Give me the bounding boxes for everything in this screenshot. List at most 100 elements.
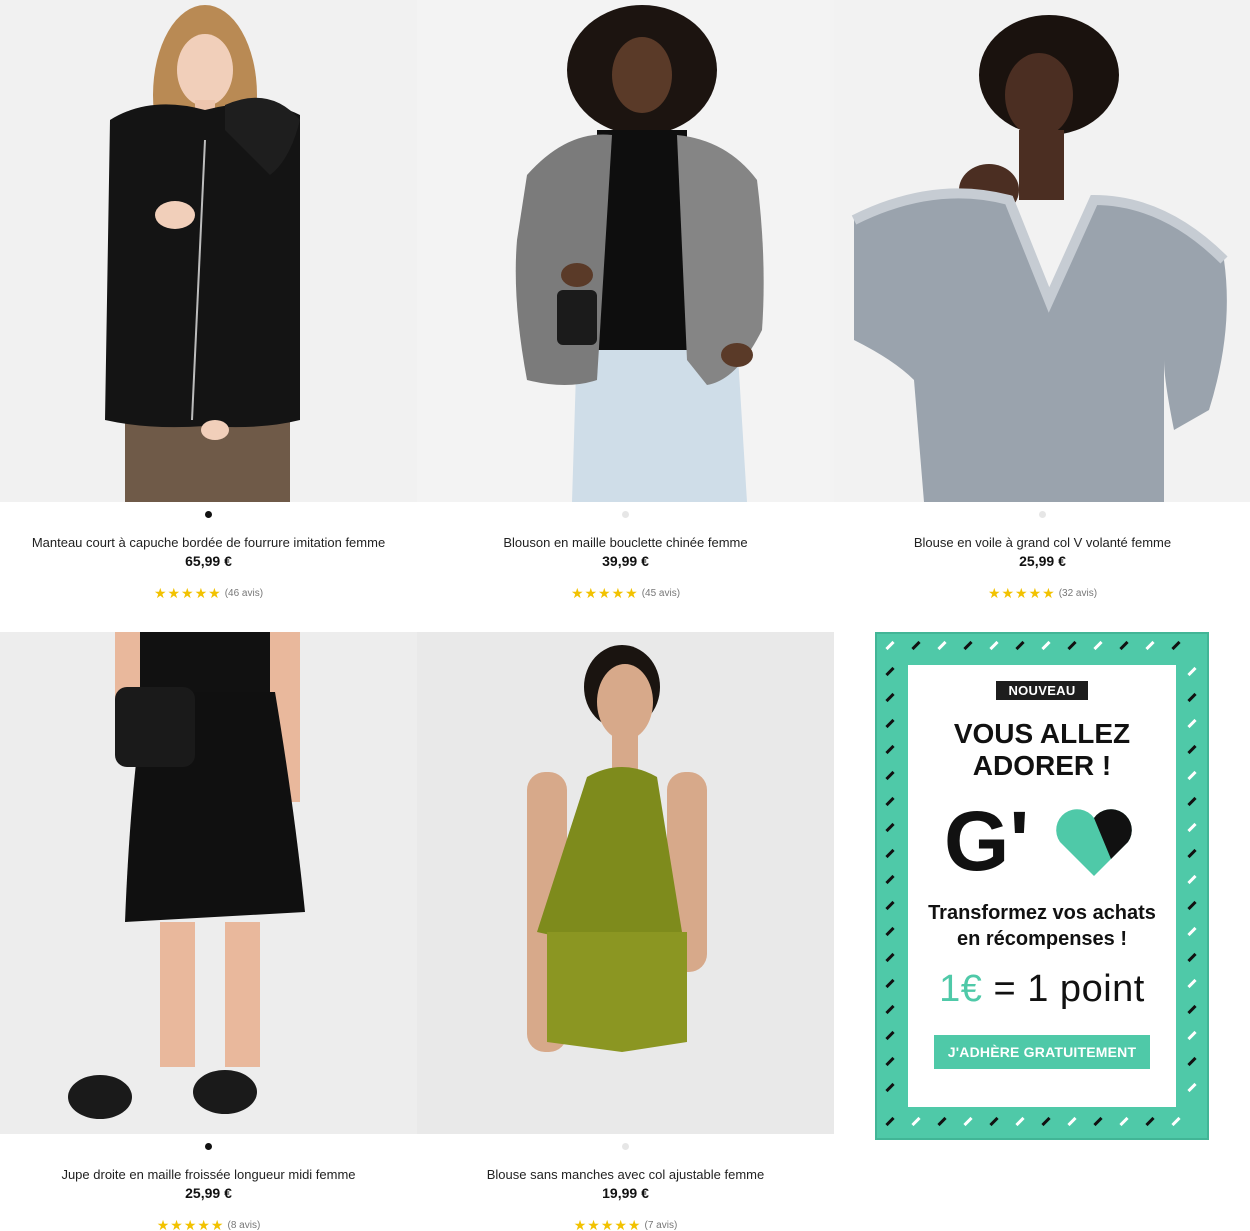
border-tick xyxy=(885,1056,895,1067)
border-tick xyxy=(1187,978,1197,989)
product-image-skirt[interactable] xyxy=(0,632,417,1134)
review-count: (7 avis) xyxy=(644,1220,678,1231)
border-tick xyxy=(885,1082,895,1093)
product-title[interactable]: Blouse sans manches avec col ajustable f… xyxy=(417,1167,834,1182)
border-tick xyxy=(1093,1116,1103,1127)
points-rule: 1€ = 1 point xyxy=(908,968,1176,1011)
review-count: (8 avis) xyxy=(227,1220,261,1231)
border-tick xyxy=(1171,1116,1181,1127)
border-tick xyxy=(1187,900,1197,911)
tagline-line-2: en récompenses ! xyxy=(956,928,1128,950)
border-tick xyxy=(1093,640,1103,651)
border-tick xyxy=(989,640,999,651)
border-tick xyxy=(885,822,895,833)
border-tick xyxy=(1187,822,1197,833)
join-free-button[interactable]: J'ADHÈRE GRATUITEMENT xyxy=(933,1035,1151,1069)
product-rating[interactable]: ★★★★★ (46 avis) xyxy=(0,585,417,602)
border-tick xyxy=(1187,874,1197,885)
border-tick xyxy=(989,1116,999,1127)
border-tick xyxy=(1187,718,1197,729)
border-tick xyxy=(885,900,895,911)
star-icon: ★★★★★ xyxy=(570,585,639,601)
border-tick xyxy=(1067,1116,1077,1127)
product-title[interactable]: Blouse en voile à grand col V volanté fe… xyxy=(834,535,1250,550)
product-title[interactable]: Jupe droite en maille froissée longueur … xyxy=(0,1167,417,1182)
border-tick xyxy=(1187,770,1197,781)
border-tick xyxy=(885,1116,895,1127)
border-tick xyxy=(885,666,895,677)
product-title[interactable]: Blouson en maille bouclette chinée femme xyxy=(417,535,834,550)
star-icon: ★★★★★ xyxy=(573,1217,642,1231)
border-tick xyxy=(911,640,921,651)
promo-headline: VOUS ALLEZ ADORER ! xyxy=(908,718,1176,782)
headline-line-2: ADORER ! xyxy=(972,750,1112,781)
carousel-dot[interactable] xyxy=(205,511,212,518)
border-tick xyxy=(1171,640,1181,651)
border-tick xyxy=(885,718,895,729)
product-rating[interactable]: ★★★★★ (45 avis) xyxy=(417,585,834,602)
star-icon: ★★★★★ xyxy=(156,1217,225,1231)
product-image-blouse[interactable] xyxy=(834,0,1250,502)
border-tick xyxy=(1067,640,1077,651)
product-title[interactable]: Manteau court à capuche bordée de fourru… xyxy=(0,535,417,550)
border-tick xyxy=(885,874,895,885)
border-tick xyxy=(1187,796,1197,807)
border-tick xyxy=(1145,640,1155,651)
border-tick xyxy=(885,796,895,807)
promo-content: NOUVEAU VOUS ALLEZ ADORER ! G' Transform… xyxy=(908,665,1176,1107)
product-price: 25,99 € xyxy=(1019,553,1066,569)
product-price: 65,99 € xyxy=(185,553,232,569)
brand-logo: G' xyxy=(942,794,1142,888)
product-price: 39,99 € xyxy=(602,553,649,569)
carousel-dot[interactable] xyxy=(205,1143,212,1150)
border-tick xyxy=(885,1030,895,1041)
border-tick xyxy=(1015,1116,1025,1127)
loyalty-promo-banner[interactable]: NOUVEAU VOUS ALLEZ ADORER ! G' Transform… xyxy=(875,632,1209,1140)
border-tick xyxy=(937,640,947,651)
border-tick xyxy=(1041,1116,1051,1127)
border-tick xyxy=(1187,692,1197,703)
carousel-dot[interactable] xyxy=(1039,511,1046,518)
product-rating[interactable]: ★★★★★ (32 avis) xyxy=(834,585,1250,602)
product-image-coat[interactable] xyxy=(0,0,417,502)
border-tick xyxy=(1187,744,1197,755)
product-price: 19,99 € xyxy=(602,1185,649,1201)
border-tick xyxy=(937,1116,947,1127)
border-tick xyxy=(885,1004,895,1015)
border-tick xyxy=(1041,640,1051,651)
star-icon: ★★★★★ xyxy=(153,585,222,601)
product-image-halter-top[interactable] xyxy=(417,632,834,1134)
points-rest: = 1 point xyxy=(982,968,1145,1010)
review-count: (45 avis) xyxy=(641,588,681,599)
border-tick xyxy=(963,640,973,651)
product-price: 25,99 € xyxy=(185,1185,232,1201)
border-tick xyxy=(1187,1056,1197,1067)
border-tick xyxy=(885,926,895,937)
product-rating[interactable]: ★★★★★ (7 avis) xyxy=(417,1217,834,1231)
border-tick xyxy=(885,848,895,859)
carousel-dot[interactable] xyxy=(622,1143,629,1150)
border-tick xyxy=(1187,1004,1197,1015)
border-tick xyxy=(885,952,895,963)
border-tick xyxy=(1187,926,1197,937)
border-tick xyxy=(1187,848,1197,859)
border-tick xyxy=(1119,1116,1129,1127)
carousel-dot[interactable] xyxy=(622,511,629,518)
new-badge: NOUVEAU xyxy=(996,681,1088,700)
border-tick xyxy=(885,978,895,989)
points-euro: 1€ xyxy=(939,968,983,1010)
review-count: (46 avis) xyxy=(224,588,264,599)
border-tick xyxy=(1145,1116,1155,1127)
product-rating[interactable]: ★★★★★ (8 avis) xyxy=(0,1217,417,1231)
border-tick xyxy=(885,770,895,781)
heart-icon xyxy=(1056,809,1132,876)
logo-letters: G' xyxy=(944,800,1029,880)
product-image-jacket[interactable] xyxy=(417,0,834,502)
review-count: (32 avis) xyxy=(1058,588,1098,599)
star-icon: ★★★★★ xyxy=(987,585,1056,601)
border-tick xyxy=(1187,666,1197,677)
border-tick xyxy=(885,640,895,651)
border-tick xyxy=(1187,952,1197,963)
border-tick xyxy=(963,1116,973,1127)
border-tick xyxy=(885,744,895,755)
